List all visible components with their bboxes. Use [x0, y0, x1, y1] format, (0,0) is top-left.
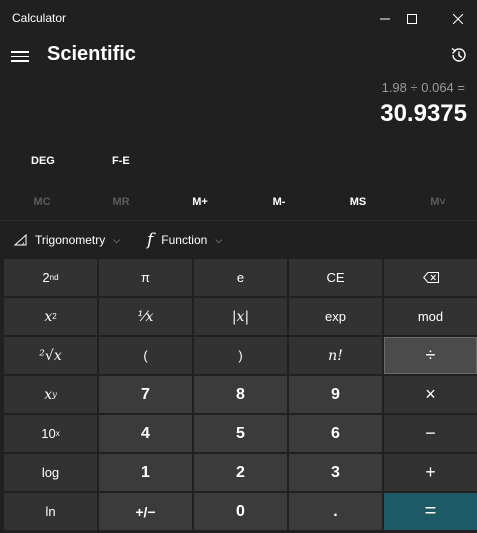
digit-5-button[interactable]: 5: [194, 415, 287, 452]
digit-1-button[interactable]: 1: [99, 454, 192, 491]
ten-power-button[interactable]: 10 x: [4, 415, 97, 452]
app-title: Calculator: [12, 11, 67, 25]
second-button[interactable]: 2nd: [4, 259, 97, 296]
mode-title: Scientific: [47, 43, 136, 65]
function-label: Function: [161, 233, 208, 247]
digit-7-button[interactable]: 7: [99, 376, 192, 413]
backspace-icon: [422, 272, 439, 283]
ln-button[interactable]: ln: [4, 493, 97, 530]
close-icon: [453, 14, 463, 24]
triangle-icon: [14, 234, 27, 246]
angle-unit-button[interactable]: DEG: [31, 155, 55, 175]
memory-row: MC MR M+ M- MS M˅: [0, 188, 477, 216]
close-button[interactable]: [435, 0, 477, 38]
left-paren-button[interactable]: (: [99, 337, 192, 374]
equals-button[interactable]: =: [384, 493, 477, 530]
digit-2-button[interactable]: 2: [194, 454, 287, 491]
multiply-button[interactable]: ×: [384, 376, 477, 413]
digit-9-button[interactable]: 9: [289, 376, 382, 413]
m-minus-button[interactable]: M-: [241, 188, 317, 216]
memory-list-button[interactable]: M˅: [400, 188, 476, 216]
digit-8-button[interactable]: 8: [194, 376, 287, 413]
divide-button[interactable]: ÷: [384, 337, 477, 374]
clear-entry-button[interactable]: CE: [289, 259, 382, 296]
digit-4-button[interactable]: 4: [99, 415, 192, 452]
result-display: 30.9375: [380, 100, 467, 127]
mod-button[interactable]: mod: [384, 298, 477, 335]
trigonometry-dropdown[interactable]: Trigonometry ⌵: [14, 221, 120, 259]
mode-header: Scientific: [0, 38, 477, 74]
chevron-down-icon: ⌵: [215, 234, 223, 245]
add-button[interactable]: +: [384, 454, 477, 491]
negate-button[interactable]: +/−: [99, 493, 192, 530]
decimal-button[interactable]: .: [289, 493, 382, 530]
trigonometry-label: Trigonometry: [35, 233, 106, 247]
digit-0-button[interactable]: 0: [194, 493, 287, 530]
mr-button[interactable]: MR: [83, 188, 159, 216]
pi-button[interactable]: π: [99, 259, 192, 296]
square-root-button[interactable]: ²√x: [4, 337, 97, 374]
digit-6-button[interactable]: 6: [289, 415, 382, 452]
e-button[interactable]: e: [194, 259, 287, 296]
mc-button[interactable]: MC: [4, 188, 80, 216]
fe-button[interactable]: F-E: [112, 155, 130, 175]
exp-button[interactable]: exp: [289, 298, 382, 335]
square-button[interactable]: x2: [4, 298, 97, 335]
expression-display: 1.98 ÷ 0.064 =: [381, 80, 465, 95]
subtract-button[interactable]: −: [384, 415, 477, 452]
right-paren-button[interactable]: ): [194, 337, 287, 374]
hamburger-icon[interactable]: [11, 48, 29, 64]
power-button[interactable]: xy: [4, 376, 97, 413]
m-plus-button[interactable]: M+: [162, 188, 238, 216]
title-bar: Calculator: [0, 0, 477, 38]
history-icon[interactable]: [449, 45, 471, 67]
maximize-button[interactable]: [389, 0, 435, 38]
reciprocal-button[interactable]: ⅟x: [99, 298, 192, 335]
ms-button[interactable]: MS: [320, 188, 396, 216]
factorial-button[interactable]: n!: [289, 337, 382, 374]
function-dropdown[interactable]: f Function ⌵: [147, 221, 222, 259]
function-bar: Trigonometry ⌵ f Function ⌵: [0, 220, 477, 259]
absolute-value-button[interactable]: |x|: [194, 298, 287, 335]
maximize-icon: [407, 14, 417, 24]
digit-3-button[interactable]: 3: [289, 454, 382, 491]
backspace-button[interactable]: [384, 259, 477, 296]
keypad: 2nd π e CE x2 ⅟x |x| exp mod ²√x ( ) n! …: [4, 258, 477, 533]
chevron-down-icon: ⌵: [113, 234, 121, 245]
log-button[interactable]: log: [4, 454, 97, 491]
function-icon: f: [147, 230, 154, 250]
